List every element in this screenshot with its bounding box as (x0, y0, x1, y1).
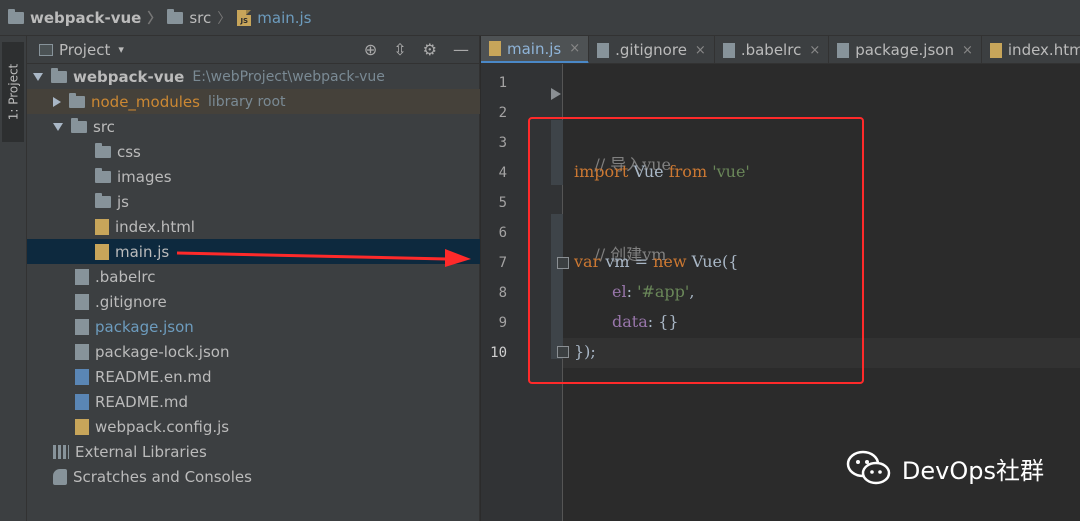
line-number: 9 (498, 315, 507, 331)
tree-item-package-lock[interactable]: package-lock.json (27, 339, 480, 364)
editor-tabs: main.js × .gitignore × .babelrc × packag… (481, 36, 1080, 64)
line-number: 5 (498, 195, 507, 211)
breadcrumb-folder[interactable]: src 〉 (167, 8, 237, 28)
js-file-icon (489, 41, 501, 56)
close-icon[interactable]: × (809, 43, 820, 58)
collapse-arrow-icon[interactable] (53, 96, 61, 107)
folder-icon (95, 167, 111, 183)
text-file-icon (75, 293, 89, 310)
tree-item-root[interactable]: webpack-vue E:\webProject\webpack-vue (27, 64, 480, 89)
breadcrumb-file[interactable]: JS main.js (237, 9, 312, 27)
js-file-icon: JS (237, 9, 252, 26)
left-tool-strip: 1: Project (0, 36, 27, 521)
config-file-icon (75, 268, 89, 285)
tab-main-js[interactable]: main.js × (481, 36, 590, 63)
folder-icon (51, 67, 67, 83)
tool-window-tab-project[interactable]: 1: Project (2, 42, 24, 142)
markdown-file-icon (75, 393, 89, 410)
line-number: 7 (498, 255, 507, 271)
chevron-down-icon[interactable]: ▾ (118, 43, 124, 56)
close-icon[interactable]: × (962, 43, 973, 58)
tree-item-webpack-config[interactable]: webpack.config.js (27, 414, 480, 439)
project-view-selector[interactable]: Project (59, 41, 110, 59)
tree-item-node-modules[interactable]: node_modules library root (27, 89, 480, 114)
tab-package-json[interactable]: package.json × (829, 36, 982, 63)
expand-arrow-icon[interactable] (53, 122, 63, 131)
annotation-box (528, 117, 864, 384)
close-icon[interactable]: × (569, 41, 580, 56)
folder-icon (95, 142, 111, 158)
line-number: 1 (498, 75, 507, 91)
project-panel: Project ▾ ⊕ ⇳ ⚙ — webpack-vue E:\webProj… (27, 36, 480, 521)
html-file-icon (95, 218, 109, 235)
watermark: DevOps社群 (846, 449, 1044, 487)
line-number: 3 (498, 135, 507, 151)
line-number: 6 (498, 225, 507, 241)
tree-item-src[interactable]: src (27, 114, 480, 139)
collapse-icon[interactable]: ⇳ (393, 40, 406, 59)
tree-item-scratches[interactable]: Scratches and Consoles (27, 464, 480, 489)
gear-icon[interactable]: ⚙ (423, 40, 437, 59)
js-file-icon (75, 418, 89, 435)
close-icon[interactable]: × (695, 43, 706, 58)
breadcrumb: webpack-vue 〉 src 〉 JS main.js (0, 0, 1080, 36)
tree-item-readme[interactable]: README.md (27, 389, 480, 414)
chevron-right-icon: 〉 (147, 10, 162, 27)
annotation-arrow (176, 249, 471, 267)
folder-icon (95, 192, 111, 208)
js-file-icon (95, 243, 109, 260)
line-number: 10 (490, 345, 507, 361)
expand-arrow-icon[interactable] (33, 72, 43, 81)
line-number: 2 (498, 105, 507, 121)
json-file-icon (75, 343, 89, 360)
tab-gitignore[interactable]: .gitignore × (589, 36, 715, 63)
markdown-file-icon (75, 368, 89, 385)
folder-icon (71, 117, 87, 133)
json-file-icon (75, 318, 89, 335)
line-number: 8 (498, 285, 507, 301)
html-file-icon (989, 42, 1002, 58)
target-icon[interactable]: ⊕ (364, 40, 377, 59)
chevron-right-icon: 〉 (217, 10, 232, 27)
tree-item-readme-en[interactable]: README.en.md (27, 364, 480, 389)
tree-item-index-html[interactable]: index.html (27, 214, 480, 239)
folder-icon (8, 8, 24, 24)
minimize-icon[interactable]: — (453, 40, 469, 59)
tab-babelrc[interactable]: .babelrc × (715, 36, 830, 63)
scratches-icon (53, 468, 67, 485)
run-arrow-icon[interactable] (551, 88, 561, 100)
folder-icon (69, 92, 85, 108)
tab-index-html[interactable]: index.htm (982, 36, 1080, 63)
tree-item-external-libraries[interactable]: External Libraries (27, 439, 480, 464)
project-icon (39, 43, 53, 56)
tree-item-images[interactable]: images (27, 164, 480, 189)
tree-item-js[interactable]: js (27, 189, 480, 214)
tree-item-gitignore[interactable]: .gitignore (27, 289, 480, 314)
tree-item-css[interactable]: css (27, 139, 480, 164)
text-file-icon (597, 42, 610, 58)
line-number: 4 (498, 165, 507, 181)
breadcrumb-project[interactable]: webpack-vue 〉 (8, 8, 167, 28)
config-file-icon (722, 42, 735, 58)
project-panel-header: Project ▾ ⊕ ⇳ ⚙ — (27, 36, 479, 64)
wechat-icon (846, 450, 891, 485)
tree-item-package-json[interactable]: package.json (27, 314, 480, 339)
json-file-icon (837, 42, 850, 58)
library-icon (53, 444, 69, 459)
folder-icon (167, 8, 184, 24)
